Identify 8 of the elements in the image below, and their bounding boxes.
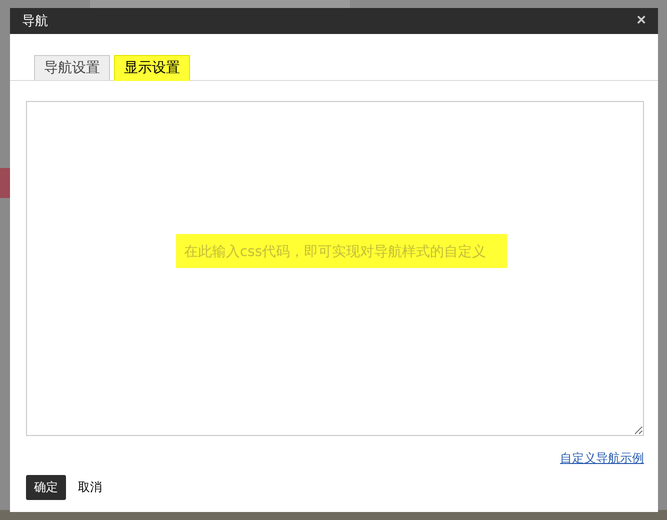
tab[interactable]: 显示设置 — [114, 55, 190, 81]
css-code-field[interactable]: 在此输入css代码，即可实现对导航样式的自定义 — [26, 101, 644, 436]
close-button[interactable]: × — [634, 13, 648, 29]
dialog-title: 导航 — [22, 13, 48, 30]
example-link[interactable]: 自定义导航示例 — [560, 450, 644, 467]
confirm-button[interactable]: 确定 — [26, 475, 66, 500]
cancel-button[interactable]: 取消 — [70, 475, 110, 500]
tab[interactable]: 导航设置 — [34, 55, 110, 81]
